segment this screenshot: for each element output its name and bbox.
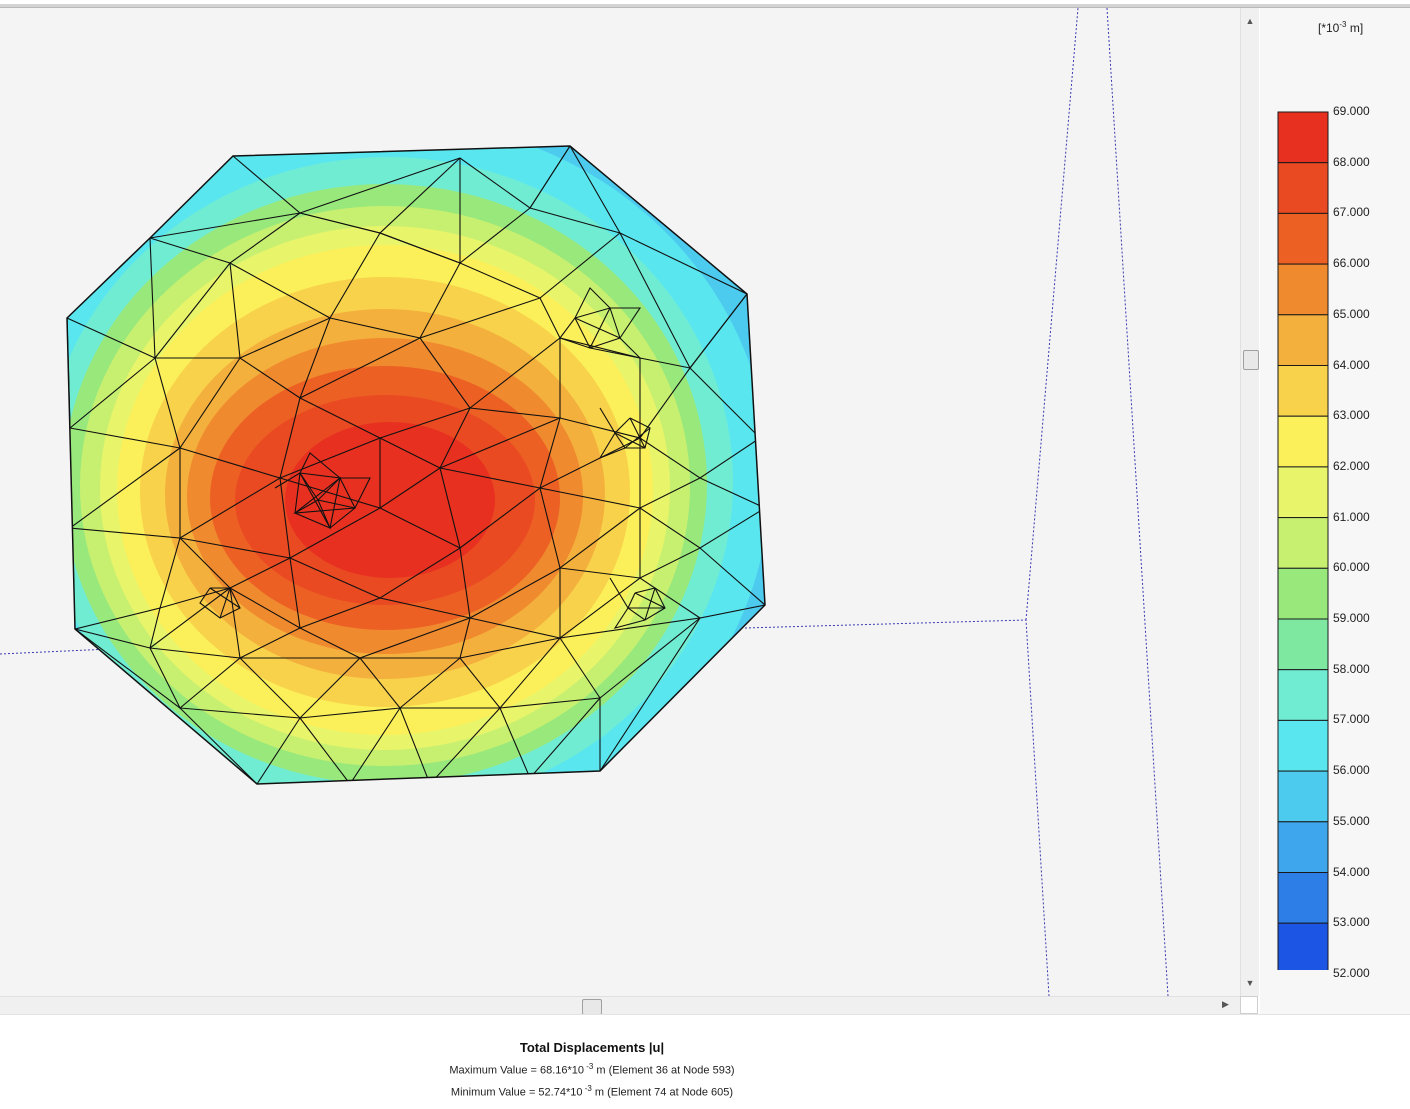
legend-band (1277, 466, 1329, 519)
legend-tick-label: 55.000 (1333, 813, 1370, 828)
legend-band (1277, 111, 1329, 164)
legend-band (1277, 669, 1329, 721)
scroll-right-arrow-icon[interactable]: ▶ (1222, 999, 1229, 1010)
horizontal-scrollbar[interactable]: ▶ (0, 996, 1240, 1015)
legend-band (1277, 567, 1329, 620)
legend-tick-label: 65.000 (1333, 306, 1370, 321)
legend-band (1277, 821, 1329, 873)
max-value-text: Maximum Value = 68.16*10 -3 m (Element 3… (449, 1062, 735, 1077)
scroll-up-arrow-icon[interactable]: ▲ (1241, 16, 1259, 26)
legend-tick-label: 52.000 (1333, 965, 1370, 980)
legend-unit: [*10-3 m] (1318, 20, 1364, 35)
scrollbar-corner (1240, 996, 1258, 1014)
legend-band (1277, 872, 1329, 924)
legend-tick-label: 67.000 (1333, 205, 1370, 220)
vertical-scrollbar[interactable]: ▲ ▼ (1240, 8, 1259, 996)
legend-band (1277, 212, 1329, 265)
result-title: Total Displacements |u| (519, 1040, 665, 1055)
horizontal-scroll-thumb[interactable] (582, 999, 602, 1015)
legend-tick-label: 58.000 (1333, 661, 1370, 676)
scroll-down-arrow-icon[interactable]: ▼ (1241, 978, 1259, 988)
legend-tick-label: 60.000 (1333, 560, 1370, 575)
legend-band (1277, 922, 1329, 970)
legend-band (1277, 517, 1329, 569)
model-viewport[interactable] (0, 8, 1240, 996)
legend-tick-label: 69.000 (1333, 104, 1370, 118)
legend-tick-label: 62.000 (1333, 458, 1370, 473)
legend-tick-label: 57.000 (1333, 712, 1370, 727)
legend-band (1277, 162, 1329, 214)
legend-band (1277, 365, 1329, 417)
legend-tick-label: 63.000 (1333, 408, 1370, 423)
legend-tick-label: 64.000 (1333, 357, 1370, 372)
legend-tick-label: 66.000 (1333, 256, 1370, 271)
contour-fill (67, 146, 765, 784)
min-value-text: Minimum Value = 52.74*10 -3 m (Element 7… (450, 1084, 734, 1099)
legend-band (1277, 263, 1329, 316)
legend-tick-label: 53.000 (1333, 915, 1370, 930)
legend-tick-label: 54.000 (1333, 864, 1370, 879)
legend-tick-label: 61.000 (1333, 509, 1370, 524)
legend-band (1277, 719, 1329, 772)
legend-band (1277, 314, 1329, 367)
vertical-scroll-thumb[interactable] (1243, 350, 1259, 370)
legend-tick-label: 56.000 (1333, 763, 1370, 778)
contour-plot (0, 8, 1169, 996)
legend-tick-label: 59.000 (1333, 611, 1370, 625)
legend-band (1277, 770, 1329, 823)
color-legend-bar (1277, 111, 1329, 970)
legend-band (1277, 618, 1329, 671)
legend-band (1277, 415, 1329, 468)
legend-tick-label: 68.000 (1333, 154, 1370, 169)
